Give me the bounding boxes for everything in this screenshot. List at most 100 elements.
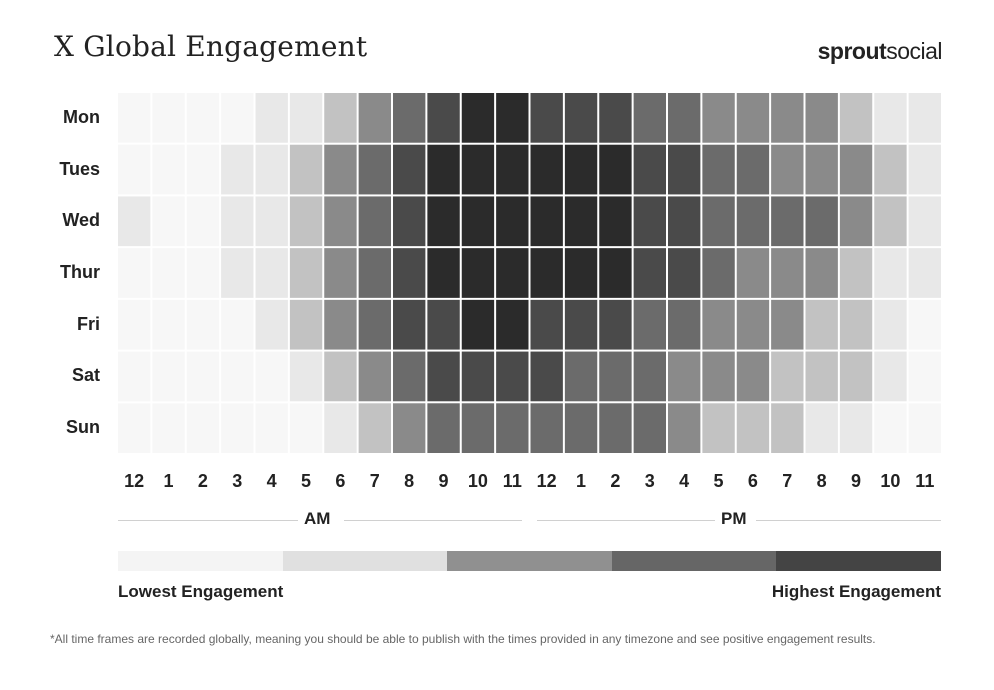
heatmap-cell-sun-18	[736, 403, 770, 453]
heatmap-cell-tues-16	[668, 144, 701, 195]
legend-step-1	[282, 551, 448, 571]
heatmap-cell-sun-11	[496, 403, 529, 453]
heatmap-cell-mon-7	[358, 93, 391, 143]
heatmap-cell-sat-9	[427, 351, 460, 402]
heatmap-cell-fri-18	[736, 299, 770, 350]
sproutsocial-logo: sproutsocial	[818, 38, 943, 65]
heatmap-cell-wed-13	[564, 196, 598, 247]
heatmap-cell-wed-15	[633, 196, 666, 247]
heatmap-cell-thur-5	[289, 248, 323, 298]
heatmap-cell-sat-14	[599, 351, 632, 402]
heatmap-cell-sat-19	[771, 351, 804, 402]
heatmap-cell-mon-23	[908, 93, 941, 143]
heatmap-cell-fri-16	[668, 299, 701, 350]
heatmap-cell-sun-20	[805, 403, 838, 453]
legend-high-label: Highest Engagement	[771, 582, 941, 601]
heatmap-cell-sun-2	[186, 403, 220, 453]
pm-divider-right	[756, 520, 941, 521]
legend-gradient-bar	[118, 551, 941, 571]
heatmap-cell-sun-16	[668, 403, 701, 453]
heatmap-cell-sun-21	[839, 403, 873, 453]
heatmap-cell-fri-9	[427, 299, 460, 350]
heatmap-cell-mon-17	[702, 93, 735, 143]
heatmap-cell-thur-18	[736, 248, 770, 298]
heatmap-cell-wed-2	[186, 196, 220, 247]
hour-label-12: 12	[536, 471, 557, 491]
hour-label-18: 6	[747, 471, 758, 491]
hour-label-1: 1	[163, 471, 174, 491]
heatmap-cell-sat-8	[393, 351, 426, 402]
heatmap-cell-fri-4	[255, 299, 288, 350]
heatmap-cell-fri-5	[289, 299, 323, 350]
heatmap-cell-mon-2	[186, 93, 220, 143]
heatmap-cell-tues-18	[736, 144, 770, 195]
legend-step-4	[776, 551, 941, 571]
heatmap-cell-thur-8	[393, 248, 426, 298]
heatmap-cell-thur-20	[805, 248, 838, 298]
hour-label-19: 7	[782, 471, 793, 491]
heatmap-cell-tues-15	[633, 144, 666, 195]
heatmap-cell-sat-23	[908, 351, 941, 402]
heatmap-cell-tues-10	[461, 144, 495, 195]
heatmap-cell-tues-1	[152, 144, 185, 195]
hour-label-7: 7	[369, 471, 380, 491]
heatmap-cell-thur-10	[461, 248, 495, 298]
hour-label-16: 4	[679, 471, 690, 491]
heatmap-cell-mon-22	[874, 93, 907, 143]
heatmap-cell-fri-17	[702, 299, 735, 350]
hour-label-2: 2	[197, 471, 208, 491]
heatmap-cell-sun-17	[702, 403, 735, 453]
heatmap-cell-mon-5	[289, 93, 323, 143]
heatmap-cell-wed-5	[289, 196, 323, 247]
heatmap-cell-tues-11	[496, 144, 529, 195]
heatmap-cell-sun-7	[358, 403, 391, 453]
heatmap-cell-sun-14	[599, 403, 632, 453]
heatmap-cell-wed-18	[736, 196, 770, 247]
heatmap-cell-fri-11	[496, 299, 529, 350]
heatmap-cell-thur-11	[496, 248, 529, 298]
heatmap-cell-wed-12	[530, 196, 563, 247]
heatmap-cell-fri-0	[118, 299, 151, 350]
heatmap-cell-sat-22	[874, 351, 907, 402]
heatmap-cell-sat-0	[118, 351, 151, 402]
heatmap-cell-fri-10	[461, 299, 495, 350]
pm-divider-left	[537, 520, 715, 521]
heatmap-cell-fri-20	[805, 299, 838, 350]
heatmap-cell-thur-19	[771, 248, 804, 298]
heatmap-cell-tues-3	[221, 144, 254, 195]
heatmap-cell-fri-8	[393, 299, 426, 350]
heatmap-cell-wed-3	[221, 196, 254, 247]
heatmap-cell-thur-22	[874, 248, 907, 298]
heatmap-cell-fri-19	[771, 299, 804, 350]
heatmap-cell-sat-10	[461, 351, 495, 402]
heatmap-cell-thur-9	[427, 248, 460, 298]
heatmap-cell-mon-4	[255, 93, 288, 143]
heatmap-cell-tues-21	[839, 144, 873, 195]
heatmap-cell-tues-20	[805, 144, 838, 195]
heatmap-cell-sat-21	[839, 351, 873, 402]
hour-label-11: 11	[502, 471, 522, 491]
heatmap-cell-wed-16	[668, 196, 701, 247]
heatmap-cell-thur-23	[908, 248, 941, 298]
heatmap-cell-thur-6	[324, 248, 357, 298]
heatmap-cell-tues-19	[771, 144, 804, 195]
heatmap-cell-wed-6	[324, 196, 357, 247]
heatmap-cell-mon-13	[564, 93, 598, 143]
legend-low-label: Lowest Engagement	[118, 582, 284, 601]
heatmap-cell-tues-4	[255, 144, 288, 195]
heatmap-cell-sun-6	[324, 403, 357, 453]
heatmap-cell-fri-23	[908, 299, 941, 350]
heatmap-cell-tues-2	[186, 144, 220, 195]
heatmap-cell-sat-20	[805, 351, 838, 402]
heatmap-cell-thur-4	[255, 248, 288, 298]
heatmap-cell-thur-2	[186, 248, 220, 298]
heatmap-cell-mon-11	[496, 93, 529, 143]
heatmap-cell-sun-0	[118, 403, 151, 453]
heatmap-cell-fri-2	[186, 299, 220, 350]
hour-label-8: 8	[404, 471, 415, 491]
heatmap-cell-tues-23	[908, 144, 941, 195]
chart-title: X Global Engagement	[54, 30, 368, 63]
hour-label-5: 5	[301, 471, 312, 491]
heatmap-cell-thur-14	[599, 248, 632, 298]
heatmap-cell-mon-8	[393, 93, 426, 143]
